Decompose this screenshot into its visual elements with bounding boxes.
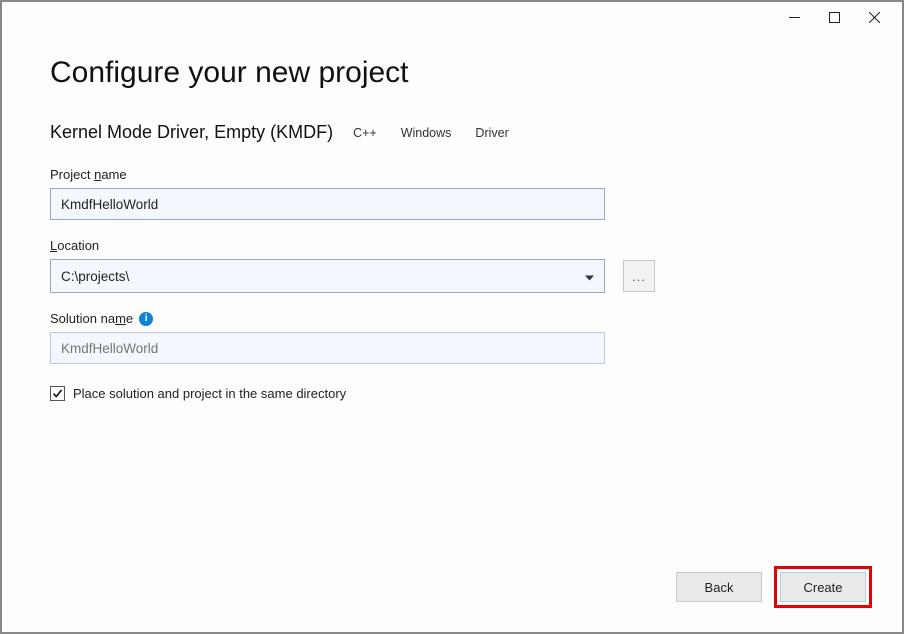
page-title: Configure your new project: [50, 56, 854, 90]
create-button-highlight: Create: [774, 566, 872, 608]
back-button[interactable]: Back: [676, 572, 762, 602]
browse-button[interactable]: ...: [623, 260, 655, 292]
template-tag: Windows: [397, 124, 456, 142]
location-field: Location C:\projects\ ...: [50, 238, 854, 293]
same-directory-label: Place solution and project in the same d…: [73, 386, 346, 401]
project-name-input[interactable]: [50, 188, 605, 220]
template-row: Kernel Mode Driver, Empty (KMDF) C++ Win…: [50, 122, 854, 143]
project-name-field: Project name: [50, 167, 854, 220]
location-combobox[interactable]: C:\projects\: [50, 259, 605, 293]
location-label: Location: [50, 238, 854, 253]
solution-name-label: Solution name i: [50, 311, 854, 326]
solution-name-input: [50, 332, 605, 364]
chevron-down-icon: [585, 269, 594, 284]
info-icon[interactable]: i: [139, 312, 153, 326]
footer-buttons: Back Create: [676, 566, 872, 608]
location-value: C:\projects\: [61, 269, 129, 284]
template-tag: Driver: [471, 124, 512, 142]
solution-name-field: Solution name i: [50, 311, 854, 364]
create-button[interactable]: Create: [780, 572, 866, 602]
template-tag: C++: [349, 124, 381, 142]
template-name: Kernel Mode Driver, Empty (KMDF): [50, 122, 333, 143]
content-area: Configure your new project Kernel Mode D…: [2, 32, 902, 632]
project-name-label: Project name: [50, 167, 854, 182]
maximize-button[interactable]: [814, 3, 854, 31]
close-button[interactable]: [854, 3, 894, 31]
minimize-button[interactable]: [774, 3, 814, 31]
titlebar: [2, 2, 902, 32]
same-directory-checkbox-row[interactable]: Place solution and project in the same d…: [50, 386, 854, 401]
same-directory-checkbox[interactable]: [50, 386, 65, 401]
dialog-window: Configure your new project Kernel Mode D…: [0, 0, 904, 634]
